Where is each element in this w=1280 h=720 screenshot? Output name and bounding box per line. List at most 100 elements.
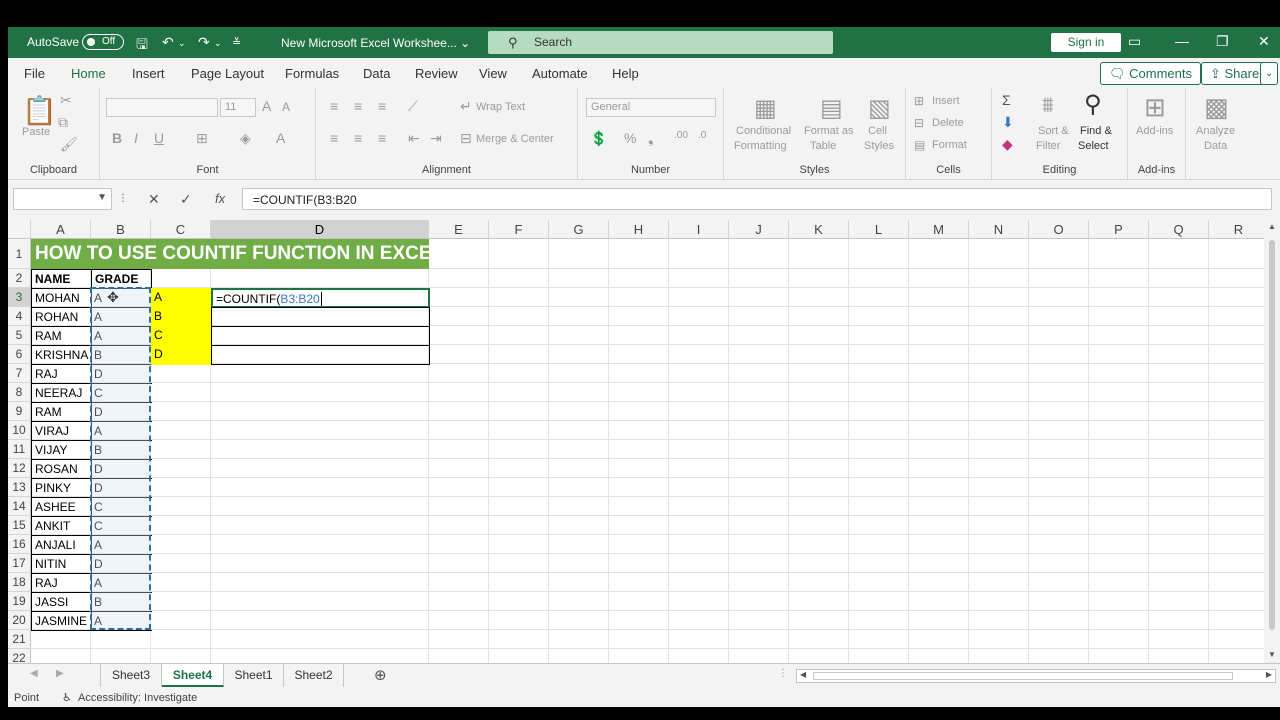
tab-home[interactable]: Home xyxy=(71,66,106,91)
sort-filter-icon[interactable]: ⩩ xyxy=(1042,92,1054,118)
delete-cells-icon[interactable]: ⊟ xyxy=(914,116,924,130)
vertical-scroll-thumb[interactable] xyxy=(1269,240,1275,630)
underline-icon[interactable]: U xyxy=(154,130,164,146)
row-header-2[interactable]: 2 xyxy=(8,269,31,288)
column-header-c[interactable]: C xyxy=(151,220,211,239)
tab-insert[interactable]: Insert xyxy=(132,66,165,81)
column-header-d[interactable]: D xyxy=(211,220,429,239)
name-cell[interactable]: VIRAJ xyxy=(31,421,92,441)
cell-styles-label1[interactable]: Cell xyxy=(868,125,887,137)
insert-function-icon[interactable]: fx xyxy=(215,191,225,206)
column-header-b[interactable]: B xyxy=(91,220,151,239)
criteria-cell[interactable]: C xyxy=(151,326,212,346)
wrap-text-icon[interactable]: ↵ xyxy=(460,98,472,115)
increase-indent-icon[interactable]: ⇥ xyxy=(430,130,442,147)
criteria-cell[interactable]: D xyxy=(151,345,212,365)
conditional-formatting-label2[interactable]: Formatting xyxy=(734,140,787,152)
tab-page-layout[interactable]: Page Layout xyxy=(191,66,264,81)
column-header-a[interactable]: A xyxy=(31,220,91,239)
name-box[interactable]: ▼ xyxy=(13,188,112,210)
cell-styles-label2[interactable]: Styles xyxy=(864,140,894,152)
name-cell[interactable]: ANJALI xyxy=(31,535,92,555)
sort-filter-label2[interactable]: Filter xyxy=(1036,140,1060,152)
name-cell[interactable]: ROSAN xyxy=(31,459,92,479)
horizontal-scrollbar[interactable]: ◀ ▶ xyxy=(796,669,1276,683)
autosum-icon[interactable]: Σ xyxy=(1002,92,1011,108)
tab-automate[interactable]: Automate xyxy=(532,66,588,81)
align-bottom-icon[interactable]: ≡ xyxy=(378,98,386,114)
cut-icon[interactable]: ✂ xyxy=(60,92,72,109)
name-box-dropdown-icon[interactable]: ▼ xyxy=(97,192,107,203)
wrap-text-label[interactable]: Wrap Text xyxy=(476,101,525,113)
comments-button[interactable]: 🗨 Comments xyxy=(1100,62,1201,85)
currency-icon[interactable]: 💲 xyxy=(590,130,607,147)
row-header-19[interactable]: 19 xyxy=(8,592,31,611)
row-header-16[interactable]: 16 xyxy=(8,535,31,554)
row-header-21[interactable]: 21 xyxy=(8,630,31,649)
scroll-up-icon[interactable]: ▲ xyxy=(1268,222,1276,231)
merge-center-label[interactable]: Merge & Center xyxy=(476,133,554,145)
document-title[interactable]: New Microsoft Excel Workshee... ⌄ xyxy=(281,36,470,50)
undo-dropdown-icon[interactable]: ⌄ xyxy=(178,38,186,49)
name-cell[interactable]: ASHEE xyxy=(31,497,92,517)
name-cell[interactable]: RAJ xyxy=(31,364,92,384)
format-table-label2[interactable]: Table xyxy=(810,140,836,152)
worksheet-grid[interactable]: ABCDEFGHIJKLMNOPQR 1 2 3 4 5 6 7 8 9 10 11 12 13 14 15… xyxy=(8,220,1272,663)
name-cell[interactable]: MOHAN xyxy=(31,288,92,308)
addins-label[interactable]: Add-ins xyxy=(1136,125,1173,137)
name-cell[interactable]: KRISHNA xyxy=(31,345,92,365)
scroll-down-icon[interactable]: ▼ xyxy=(1268,650,1276,659)
insert-cells-label[interactable]: Insert xyxy=(932,95,960,107)
row-header-22[interactable]: 22 xyxy=(8,649,31,663)
comma-icon[interactable]: ❟ xyxy=(648,130,654,147)
find-select-label2[interactable]: Select xyxy=(1078,140,1109,152)
result-cell[interactable]: =COUNTIF(B3:B20 xyxy=(211,288,430,308)
increase-decimal-icon[interactable]: .00 xyxy=(674,130,688,141)
header-cell-name[interactable]: NAME xyxy=(31,269,92,289)
row-header-6[interactable]: 6 xyxy=(8,345,31,364)
column-header-j[interactable]: J xyxy=(729,220,789,239)
name-cell[interactable]: VIJAY xyxy=(31,440,92,460)
align-center-icon[interactable]: ≡ xyxy=(354,130,362,146)
paste-label[interactable]: Paste xyxy=(22,126,50,138)
tab-data[interactable]: Data xyxy=(363,66,390,81)
align-right-icon[interactable]: ≡ xyxy=(378,130,386,146)
result-cell[interactable] xyxy=(211,326,430,346)
percent-icon[interactable]: % xyxy=(624,130,636,146)
redo-dropdown-icon[interactable]: ⌄ xyxy=(214,38,222,49)
align-middle-icon[interactable]: ≡ xyxy=(354,98,362,114)
format-as-table-icon[interactable]: ▤ xyxy=(820,94,843,123)
save-icon[interactable]: 🖫 xyxy=(136,34,148,58)
column-header-k[interactable]: K xyxy=(789,220,849,239)
column-header-e[interactable]: E xyxy=(429,220,489,239)
row-header-8[interactable]: 8 xyxy=(8,383,31,402)
customize-qat-icon[interactable]: ≚ xyxy=(232,36,241,49)
bold-icon[interactable]: B xyxy=(112,130,122,146)
sign-in-button[interactable]: Sign in xyxy=(1051,33,1121,52)
sheet-tab-sheet3[interactable]: Sheet3 xyxy=(100,664,162,687)
name-cell[interactable]: JASMINE xyxy=(31,611,92,631)
formula-input[interactable]: =COUNTIF(B3:B20 xyxy=(242,188,1272,210)
row-header-14[interactable]: 14 xyxy=(8,497,31,516)
scroll-left-icon[interactable]: ◀ xyxy=(800,670,806,679)
font-color-icon[interactable]: A xyxy=(276,130,285,146)
criteria-cell[interactable]: B xyxy=(151,307,212,327)
analyze-data-icon[interactable]: ▩ xyxy=(1204,92,1229,123)
merge-icon[interactable]: ⊟ xyxy=(460,130,472,147)
delete-cells-label[interactable]: Delete xyxy=(932,117,964,129)
minimize-icon[interactable]: — xyxy=(1175,33,1189,49)
column-header-n[interactable]: N xyxy=(969,220,1029,239)
name-cell[interactable]: ANKIT xyxy=(31,516,92,536)
borders-icon[interactable]: ⊞ xyxy=(196,130,208,147)
paste-icon[interactable]: 📋 xyxy=(22,94,57,127)
clear-icon[interactable]: ◆ xyxy=(1002,136,1013,153)
row-header-5[interactable]: 5 xyxy=(8,326,31,345)
column-header-r[interactable]: R xyxy=(1209,220,1269,239)
row-header-11[interactable]: 11 xyxy=(8,440,31,459)
ribbon-display-icon[interactable]: ▭ xyxy=(1128,33,1141,50)
increase-font-icon[interactable]: A xyxy=(262,98,271,114)
tab-help[interactable]: Help xyxy=(612,66,639,81)
tab-file[interactable]: File xyxy=(24,66,45,81)
name-cell[interactable]: NITIN xyxy=(31,554,92,574)
select-all-corner[interactable] xyxy=(8,220,31,239)
